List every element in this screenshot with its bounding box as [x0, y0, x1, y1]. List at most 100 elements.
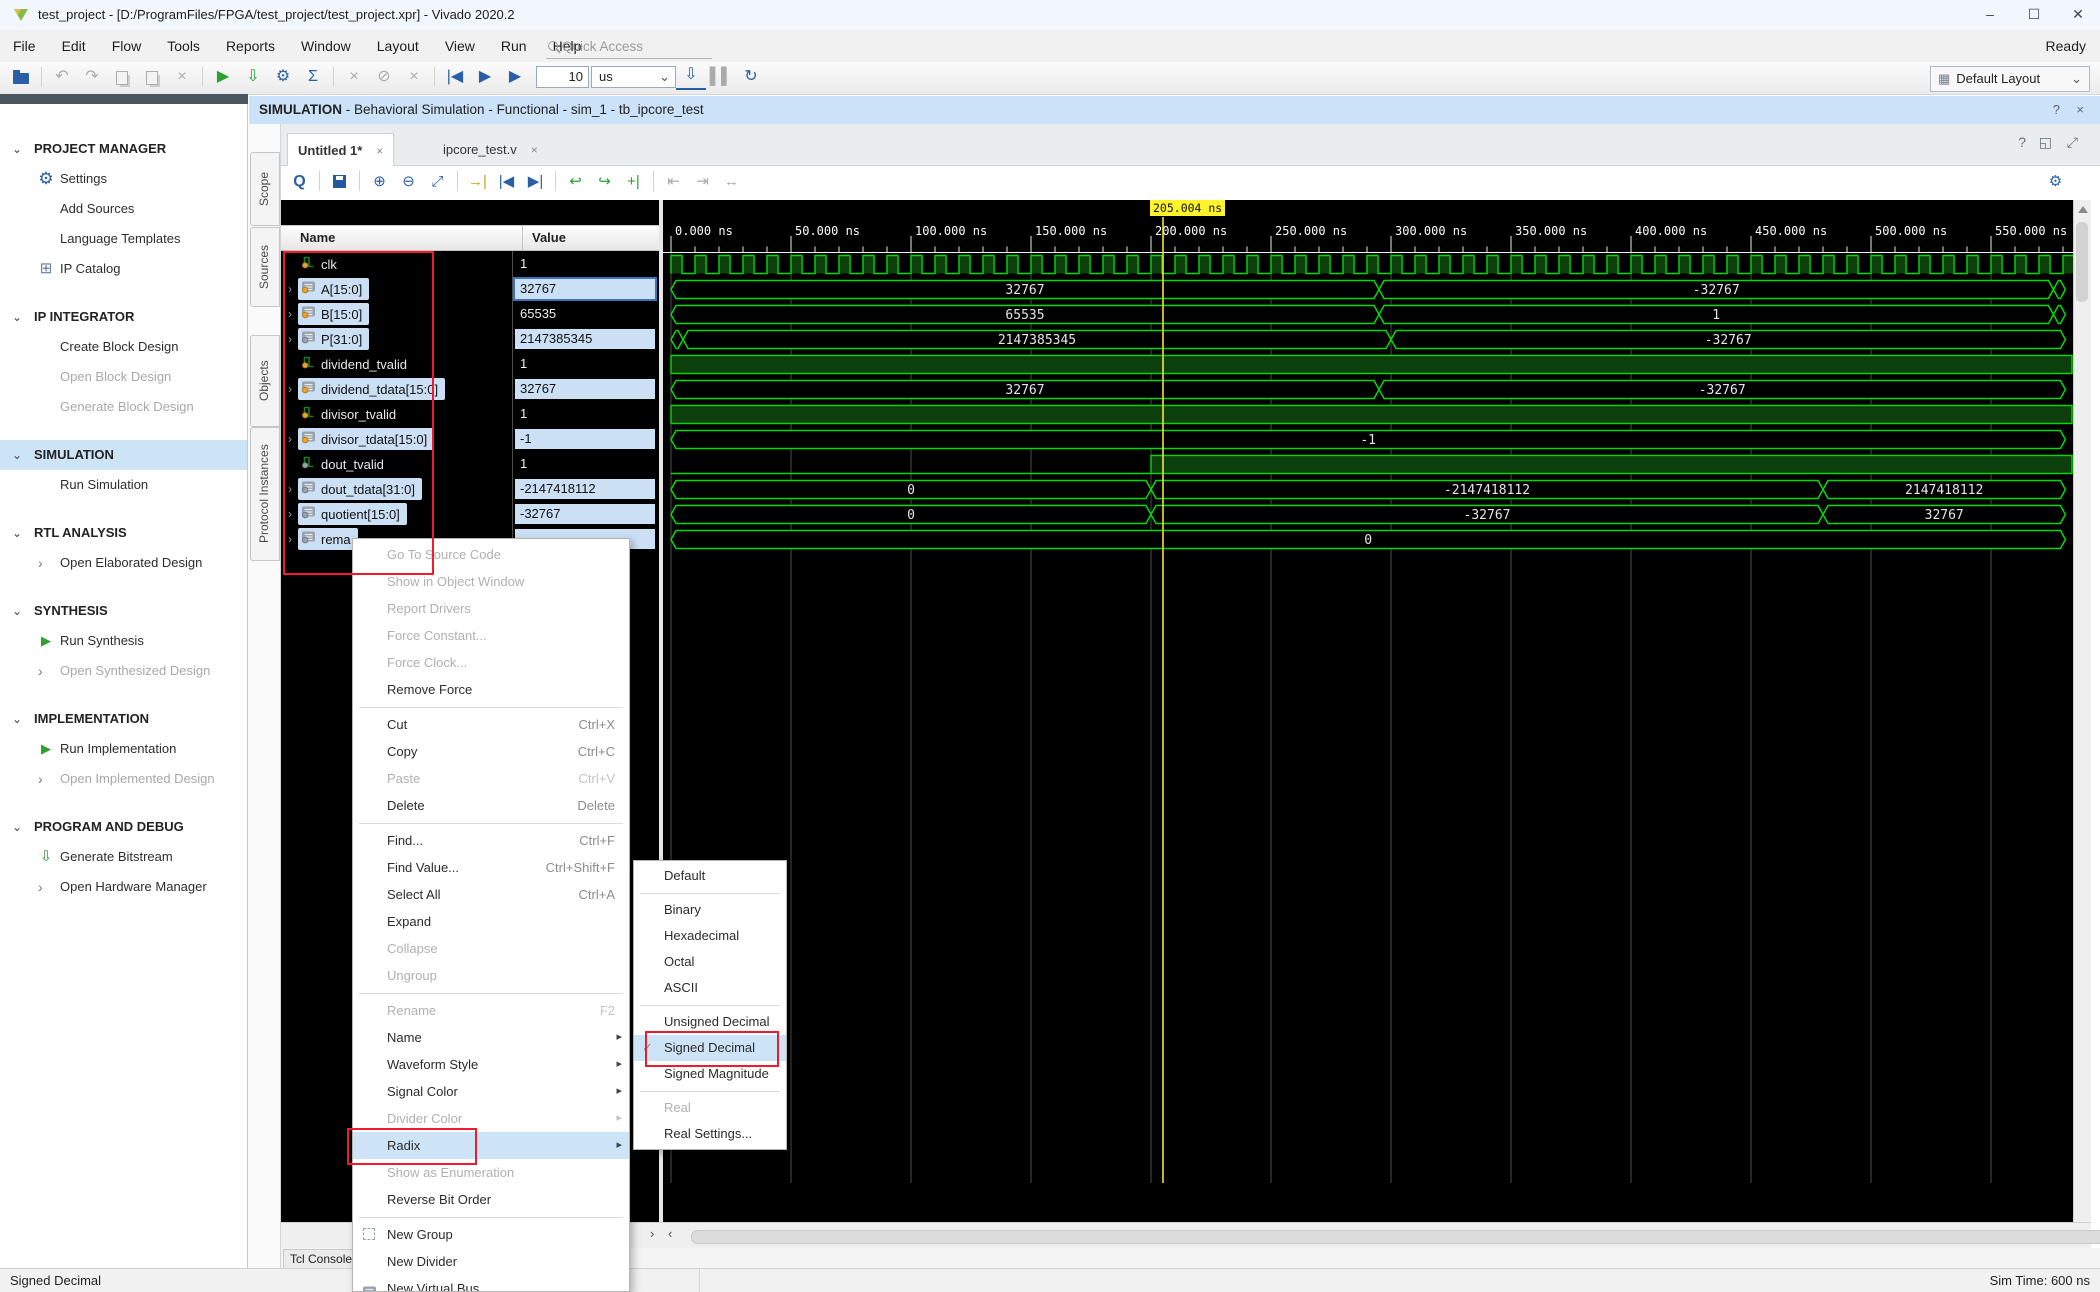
- sidebar-item-generate-bitstream[interactable]: ⇩Generate Bitstream: [0, 842, 247, 872]
- signal-name-cell[interactable]: A[15:0]: [298, 278, 369, 300]
- sidebar-item-open-synthesized-design[interactable]: ›Open Synthesized Design: [0, 656, 247, 686]
- signal-value-cell[interactable]: 32767: [515, 279, 655, 299]
- help-icon[interactable]: ?: [2018, 134, 2026, 150]
- sidebar-item-ip-catalog[interactable]: ⊞IP Catalog: [0, 254, 247, 284]
- signal-name-cell[interactable]: rema: [298, 528, 358, 550]
- close-icon[interactable]: ×: [531, 143, 538, 157]
- menubar-item-layout[interactable]: Layout: [364, 30, 432, 62]
- signal-row[interactable]: ›dividend_tdata[15:0]: [281, 377, 512, 402]
- menu-item-cut[interactable]: CutCtrl+X: [353, 711, 629, 738]
- menubar-item-run[interactable]: Run: [488, 30, 540, 62]
- menu-item-find[interactable]: Find...Ctrl+F: [353, 827, 629, 854]
- signal-value-cell[interactable]: 1: [515, 354, 655, 374]
- chevron-down-icon[interactable]: ⌄: [12, 704, 22, 734]
- sidebar-item-generate-block-design[interactable]: Generate Block Design: [0, 392, 247, 422]
- signal-value-cell[interactable]: -32767: [515, 504, 655, 524]
- chevron-down-icon[interactable]: ⌄: [12, 518, 22, 548]
- restart-icon[interactable]: |◀: [440, 62, 470, 92]
- signal-row[interactable]: ›divisor_tdata[15:0]: [281, 427, 512, 452]
- signal-name-cell[interactable]: B[15:0]: [298, 303, 369, 325]
- sidebar-item-add-sources[interactable]: Add Sources: [0, 194, 247, 224]
- menu-item-reverse-bit-order[interactable]: Reverse Bit Order: [353, 1186, 629, 1213]
- signal-value-cell[interactable]: 2147385345: [515, 329, 655, 349]
- signal-row[interactable]: ›quotient[15:0]: [281, 502, 512, 527]
- flow-section-header-implementation[interactable]: ⌄IMPLEMENTATION: [0, 704, 247, 734]
- zoom-in-icon[interactable]: ⊕: [365, 166, 394, 198]
- sidebar-item-open-hardware-manager[interactable]: ›Open Hardware Manager: [0, 872, 247, 902]
- run-for-icon[interactable]: ▶: [500, 62, 530, 92]
- sidebar-item-open-elaborated-design[interactable]: ›Open Elaborated Design: [0, 548, 247, 578]
- chevron-down-icon[interactable]: ⌄: [12, 134, 22, 164]
- quick-access-search[interactable]: Quick Access: [546, 35, 712, 59]
- signal-value-cell[interactable]: 1: [515, 254, 655, 274]
- tab-untitled-1[interactable]: Untitled 1*×: [287, 133, 394, 167]
- menu-item-select-all[interactable]: Select AllCtrl+A: [353, 881, 629, 908]
- chevron-right-icon[interactable]: ›: [38, 872, 43, 902]
- signal-row[interactable]: › B[15:0]: [281, 302, 512, 327]
- expand-icon[interactable]: ›: [288, 427, 292, 452]
- side-tab-sources[interactable]: Sources: [250, 227, 280, 307]
- report-icon[interactable]: Σ: [298, 62, 328, 92]
- step-icon[interactable]: ⇩: [676, 62, 706, 90]
- tab-tcl-console[interactable]: Tcl Console: [283, 1249, 353, 1268]
- layout-selector[interactable]: ▦Default Layout⌄: [1930, 66, 2090, 92]
- settings-icon[interactable]: ⚙: [268, 62, 298, 92]
- sidebar-item-create-block-design[interactable]: Create Block Design: [0, 332, 247, 362]
- run-icon[interactable]: ▶: [208, 62, 238, 92]
- sidebar-item-open-implemented-design[interactable]: ›Open Implemented Design: [0, 764, 247, 794]
- tab-ipcore-test-v[interactable]: ipcore_test.v×: [433, 133, 548, 166]
- column-header-name[interactable]: Name: [300, 226, 335, 250]
- expand-icon[interactable]: ›: [288, 302, 292, 327]
- menubar-item-file[interactable]: File: [0, 30, 49, 62]
- menubar-item-flow[interactable]: Flow: [99, 30, 155, 62]
- help-icon[interactable]: ?: [2053, 96, 2060, 124]
- flow-section-header-ip-integrator[interactable]: ⌄IP INTEGRATOR: [0, 302, 247, 332]
- menu-item-ascii[interactable]: ASCII: [634, 975, 786, 1001]
- flow-section-header-simulation[interactable]: ⌄SIMULATION: [0, 440, 247, 470]
- vertical-scrollbar-thumb[interactable]: [2076, 222, 2088, 302]
- chevron-down-icon[interactable]: ⌄: [12, 302, 22, 332]
- paste-icon[interactable]: [137, 62, 167, 96]
- signal-name-cell[interactable]: dout_tdata[31:0]: [298, 478, 422, 500]
- signal-row[interactable]: ›P[31:0]: [281, 327, 512, 352]
- side-tab-objects[interactable]: Objects: [250, 335, 280, 427]
- chevron-right-icon[interactable]: ›: [38, 548, 43, 578]
- close-icon[interactable]: ×: [376, 144, 383, 158]
- menu-item-signal-color[interactable]: Signal Color▸: [353, 1078, 629, 1105]
- menu-item-new-virtual-bus[interactable]: New Virtual Bus: [353, 1275, 629, 1292]
- program-icon[interactable]: ⇩: [238, 62, 268, 92]
- menubar-item-tools[interactable]: Tools: [154, 30, 213, 62]
- menu-item-signed-magnitude[interactable]: Signed Magnitude: [634, 1061, 786, 1087]
- zoom-fit-icon[interactable]: ⤢: [423, 166, 452, 198]
- maximize-panel-icon[interactable]: ⤢: [2067, 134, 2078, 151]
- expand-icon[interactable]: ›: [288, 502, 292, 527]
- zoom-out-icon[interactable]: ⊖: [394, 166, 423, 198]
- find-icon[interactable]: Q: [285, 166, 314, 198]
- prev-transition-icon[interactable]: |◀: [492, 166, 521, 198]
- vertical-scrollbar[interactable]: [2073, 200, 2091, 1222]
- menu-item-radix[interactable]: Radix▸: [353, 1132, 629, 1159]
- signal-name-cell[interactable]: dividend_tvalid: [298, 353, 414, 375]
- signal-name-cell[interactable]: divisor_tvalid: [298, 403, 403, 425]
- delete-icon[interactable]: ×: [167, 62, 197, 92]
- menu-item-hexadecimal[interactable]: Hexadecimal: [634, 923, 786, 949]
- signal-value-cell[interactable]: 1: [515, 454, 655, 474]
- expand-icon[interactable]: ›: [288, 477, 292, 502]
- menu-item-find-value[interactable]: Find Value...Ctrl+Shift+F: [353, 854, 629, 881]
- goto-cursor-icon[interactable]: →|: [463, 166, 492, 198]
- menu-item-new-divider[interactable]: New Divider: [353, 1248, 629, 1275]
- redo-icon[interactable]: ↷: [77, 62, 107, 92]
- settings-icon[interactable]: ⚙: [2041, 166, 2070, 198]
- signal-value-cell[interactable]: 32767: [515, 379, 655, 399]
- signal-value-cell[interactable]: 65535: [515, 304, 655, 324]
- expand-icon[interactable]: ›: [288, 377, 292, 402]
- minimize-button[interactable]: –: [1968, 0, 2012, 29]
- cursor-time-label[interactable]: 205.004 ns: [1150, 200, 1225, 216]
- signal-row[interactable]: divisor_tvalid: [281, 402, 512, 427]
- expand-icon[interactable]: ›: [288, 327, 292, 352]
- signal-name-cell[interactable]: clk: [298, 253, 344, 275]
- signal-value-cell[interactable]: -1: [515, 429, 655, 449]
- menu-item-unsigned-decimal[interactable]: Unsigned Decimal: [634, 1009, 786, 1035]
- menu-item-copy[interactable]: CopyCtrl+C: [353, 738, 629, 765]
- chevron-down-icon[interactable]: ⌄: [12, 812, 22, 842]
